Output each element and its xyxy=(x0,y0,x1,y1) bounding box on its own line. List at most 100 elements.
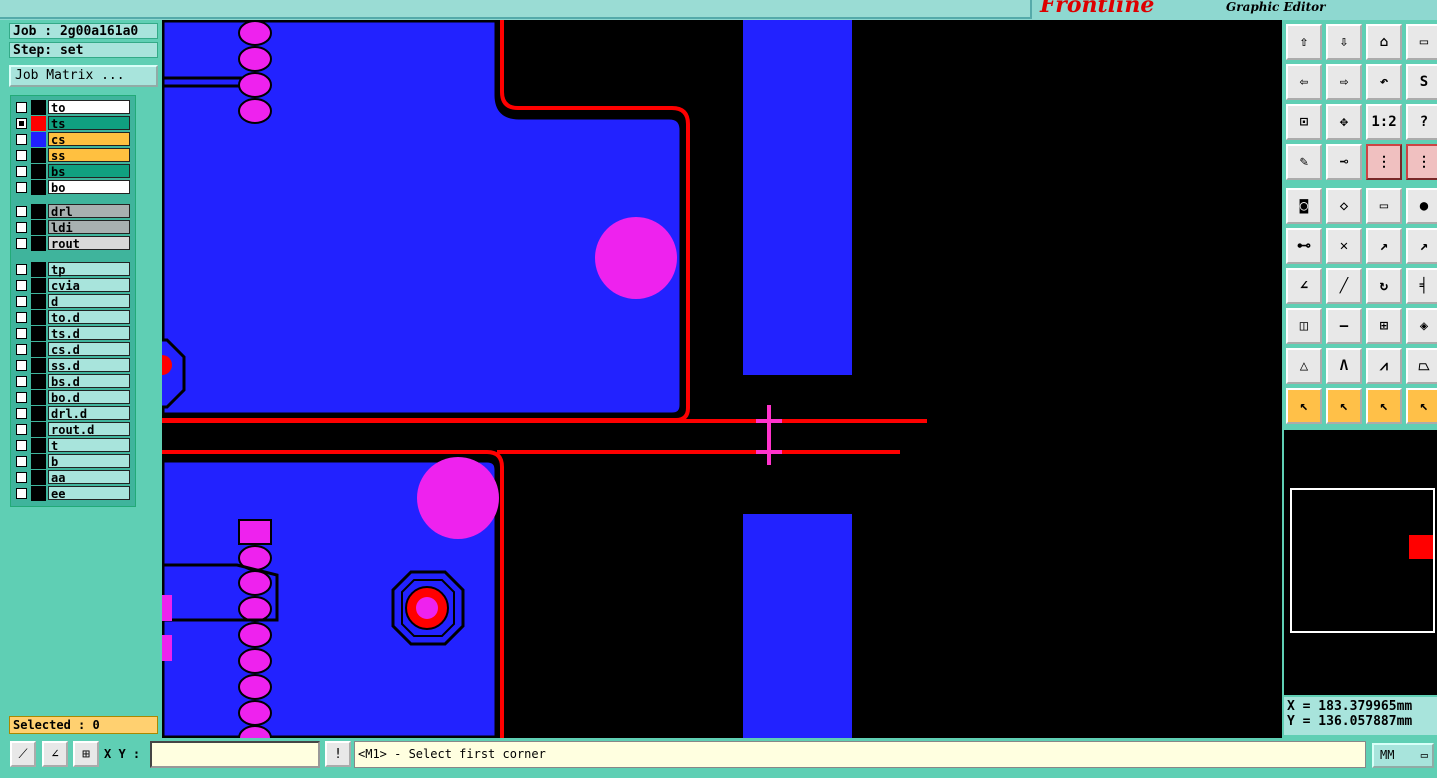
probe-button[interactable]: ⊸ xyxy=(1326,144,1362,180)
merge-button[interactable]: ◈ xyxy=(1406,308,1437,344)
layer-color-swatch[interactable] xyxy=(31,220,46,235)
layer-row-bo[interactable]: bo xyxy=(13,180,131,195)
dot-button[interactable]: ● xyxy=(1406,188,1437,224)
redraw-button[interactable]: S xyxy=(1406,64,1437,100)
home-button[interactable]: ⌂ xyxy=(1366,24,1402,60)
layer-checkbox[interactable] xyxy=(16,182,27,193)
move-down-button[interactable]: ⇩ xyxy=(1326,24,1362,60)
line-button[interactable]: ╱ xyxy=(1326,268,1362,304)
layer-row-b[interactable]: b xyxy=(13,454,131,469)
netlist-button[interactable]: ⋮ xyxy=(1366,144,1402,180)
connect-button[interactable]: ⊷ xyxy=(1286,228,1322,264)
layer-color-swatch[interactable] xyxy=(31,438,46,453)
triangle-button[interactable]: △ xyxy=(1286,348,1322,384)
layer-name[interactable]: ts.d xyxy=(48,326,130,341)
measure-button[interactable]: ⊞ xyxy=(1366,308,1402,344)
select-diamond-button[interactable]: ↖ xyxy=(1366,388,1402,424)
layer-color-swatch[interactable] xyxy=(31,278,46,293)
layer-checkbox[interactable] xyxy=(16,488,27,499)
layer-color-swatch[interactable] xyxy=(31,454,46,469)
layer-checkbox[interactable] xyxy=(16,408,27,419)
layer-color-swatch[interactable] xyxy=(31,486,46,501)
layer-checkbox[interactable] xyxy=(16,134,27,145)
graphic-canvas[interactable] xyxy=(162,20,1282,738)
layer-checkbox[interactable] xyxy=(16,312,27,323)
layer-row-ts[interactable]: ts xyxy=(13,116,131,131)
undo-zoom-button[interactable]: ↶ xyxy=(1366,64,1402,100)
layer-name[interactable]: cvia xyxy=(48,278,130,293)
outline-button[interactable]: ◇ xyxy=(1326,188,1362,224)
layer-name[interactable]: bs.d xyxy=(48,374,130,389)
layer-row-cs[interactable]: cs xyxy=(13,132,131,147)
layer-checkbox[interactable] xyxy=(16,424,27,435)
layer-color-swatch[interactable] xyxy=(31,116,46,131)
snap-button[interactable]: ↗ xyxy=(1366,228,1402,264)
bridge-button[interactable]: ⩘ xyxy=(1366,348,1402,384)
layer-color-swatch[interactable] xyxy=(31,236,46,251)
layer-row-cvia[interactable]: cvia xyxy=(13,278,131,293)
layer-row-bs[interactable]: bs xyxy=(13,164,131,179)
select-box-button[interactable]: ↖ xyxy=(1326,388,1362,424)
layer-name[interactable]: bo xyxy=(48,180,130,195)
layer-checkbox[interactable] xyxy=(16,102,27,113)
pad-button[interactable]: ◙ xyxy=(1286,188,1322,224)
zoom-center-button[interactable]: ✥ xyxy=(1326,104,1362,140)
layer-row-to-d[interactable]: to.d xyxy=(13,310,131,325)
layer-row-t[interactable]: t xyxy=(13,438,131,453)
scale-button[interactable]: 1:2 xyxy=(1366,104,1402,140)
move-up-button[interactable]: ⇧ xyxy=(1286,24,1322,60)
layer-name[interactable]: bo.d xyxy=(48,390,130,405)
layer-name[interactable]: tp xyxy=(48,262,130,277)
layer-name[interactable]: cs xyxy=(48,132,130,147)
layer-name[interactable]: ss xyxy=(48,148,130,163)
layer-row-ee[interactable]: ee xyxy=(13,486,131,501)
layer-name[interactable]: d xyxy=(48,294,130,309)
layer-color-swatch[interactable] xyxy=(31,262,46,277)
layer-name[interactable]: to.d xyxy=(48,310,130,325)
layer-color-swatch[interactable] xyxy=(31,374,46,389)
overview-map[interactable] xyxy=(1284,430,1437,695)
line-mode-button[interactable]: ⟋ xyxy=(10,741,36,767)
angle-button[interactable]: ∠ xyxy=(1286,268,1322,304)
layer-checkbox[interactable] xyxy=(16,360,27,371)
layer-name[interactable]: drl.d xyxy=(48,406,130,421)
grid-mode-button[interactable]: ⊞ xyxy=(73,741,99,767)
layer-row-to[interactable]: to xyxy=(13,100,131,115)
layer-checkbox[interactable] xyxy=(16,150,27,161)
copy-button[interactable]: ◫ xyxy=(1286,308,1322,344)
layer-name[interactable]: b xyxy=(48,454,130,469)
layer-row-bo-d[interactable]: bo.d xyxy=(13,390,131,405)
pan-left-button[interactable]: ⇦ xyxy=(1286,64,1322,100)
layer-name[interactable]: drl xyxy=(48,204,130,219)
layer-color-swatch[interactable] xyxy=(31,294,46,309)
layer-color-swatch[interactable] xyxy=(31,342,46,357)
angle-mode-button[interactable]: ∠ xyxy=(42,741,68,767)
cross-button[interactable]: ✕ xyxy=(1326,228,1362,264)
layer-checkbox[interactable] xyxy=(16,392,27,403)
layer-checkbox[interactable] xyxy=(16,376,27,387)
layer-row-drl-d[interactable]: drl.d xyxy=(13,406,131,421)
layer-color-swatch[interactable] xyxy=(31,326,46,341)
layer-name[interactable]: ee xyxy=(48,486,130,501)
layer-checkbox[interactable] xyxy=(16,440,27,451)
layer-checkbox[interactable] xyxy=(16,166,27,177)
net-compare-button[interactable]: ⋮ xyxy=(1406,144,1437,180)
layer-color-swatch[interactable] xyxy=(31,180,46,195)
layer-checkbox[interactable] xyxy=(16,328,27,339)
layer-color-swatch[interactable] xyxy=(31,390,46,405)
arch-button[interactable]: Λ xyxy=(1326,348,1362,384)
layer-name[interactable]: ts xyxy=(48,116,130,131)
layer-name[interactable]: rout.d xyxy=(48,422,130,437)
layer-row-drl[interactable]: drl xyxy=(13,204,131,219)
ruler-button[interactable]: ▭ xyxy=(1366,188,1402,224)
layer-row-aa[interactable]: aa xyxy=(13,470,131,485)
layer-color-swatch[interactable] xyxy=(31,132,46,147)
layer-checkbox[interactable] xyxy=(16,118,27,129)
job-matrix-button[interactable]: Job Matrix ... xyxy=(9,65,158,87)
layer-color-swatch[interactable] xyxy=(31,100,46,115)
layer-checkbox[interactable] xyxy=(16,344,27,355)
layer-color-swatch[interactable] xyxy=(31,148,46,163)
units-dropdown[interactable]: MM ▭ xyxy=(1372,743,1434,768)
window-button[interactable]: ▭ xyxy=(1406,24,1437,60)
layer-checkbox[interactable] xyxy=(16,296,27,307)
